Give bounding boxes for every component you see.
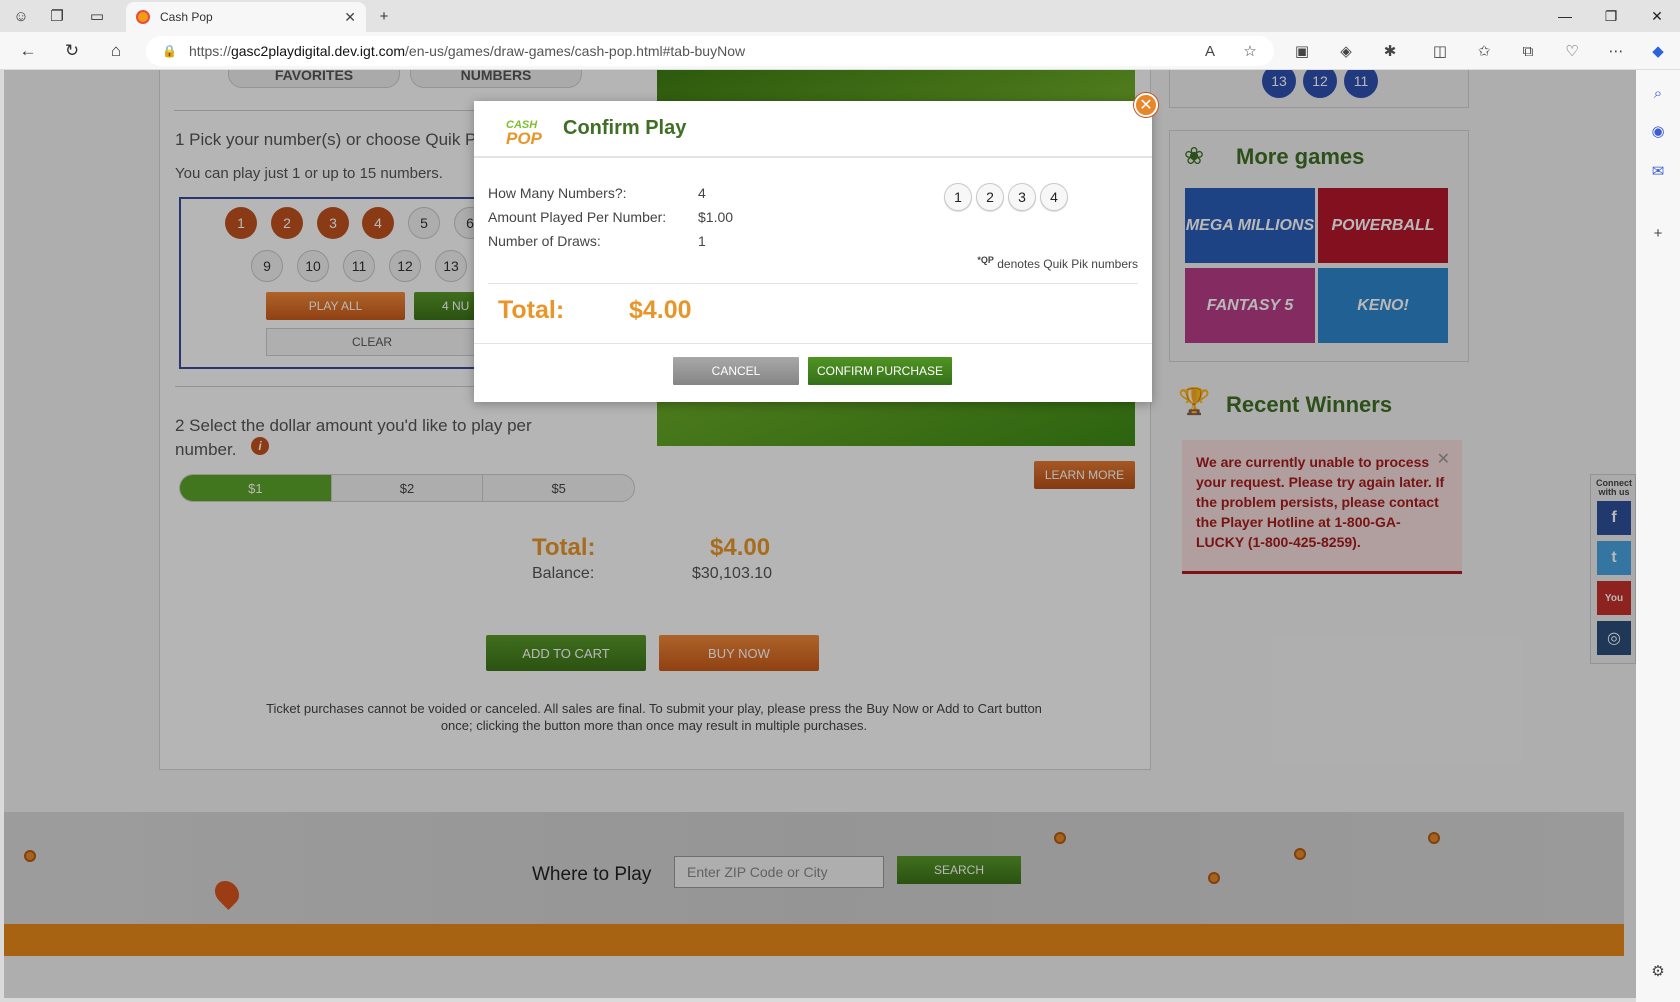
url-path: /en-us/games/draw-games/cash-pop.html#ta… — [405, 43, 746, 59]
cancel-button[interactable]: CANCEL — [673, 357, 799, 385]
selected-number-ball: 1 — [944, 183, 972, 211]
modal-title: Confirm Play — [563, 117, 687, 139]
copilot-icon[interactable]: ◆ — [1646, 40, 1670, 62]
amount-label: Amount Played Per Number: — [488, 209, 667, 225]
how-many-value: 4 — [698, 185, 706, 201]
lock-icon: 🔒 — [162, 44, 177, 58]
amount-row: Amount Played Per Number: $1.00 — [488, 209, 733, 225]
divider — [474, 343, 1152, 344]
minimize-icon[interactable]: — — [1542, 4, 1588, 28]
back-icon[interactable]: ← — [16, 40, 40, 62]
home-icon[interactable]: ⌂ — [104, 40, 128, 62]
tab-actions-icon[interactable]: ▭ — [86, 5, 108, 27]
quik-pik-note: *QP denotes Quik Pik numbers — [977, 255, 1138, 271]
close-window-icon[interactable]: ✕ — [1634, 4, 1680, 28]
amount-value: $1.00 — [698, 209, 734, 225]
browser-essentials-icon[interactable]: ♡ — [1560, 40, 1584, 62]
draws-label: Number of Draws: — [488, 233, 601, 249]
close-modal-icon[interactable]: ✕ — [1134, 93, 1158, 117]
url-host: gasc2playdigital.dev.igt.com — [230, 43, 406, 59]
qp-marker: *QP — [977, 255, 994, 265]
address-bar-row: ← ↻ ⌂ 🔒 https://gasc2playdigital.dev.igt… — [0, 32, 1680, 70]
split-screen-icon[interactable]: ◫ — [1428, 40, 1452, 62]
add-sidebar-icon[interactable]: + — [1647, 222, 1669, 244]
logo-pop-text: POP — [506, 129, 542, 148]
collections-icon[interactable]: ⧉ — [1516, 40, 1540, 62]
qp-text: denotes Quik Pik numbers — [993, 257, 1138, 271]
edge-sidebar: ⌕ ◉ ✉ + ⚙ — [1636, 70, 1680, 1002]
how-many-label: How Many Numbers?: — [488, 185, 627, 201]
tab-title: Cash Pop — [160, 10, 213, 24]
extension-red-icon[interactable]: ▣ — [1290, 40, 1314, 62]
modal-total-value: $4.00 — [629, 296, 692, 324]
divider — [488, 283, 1138, 284]
browser-tab[interactable]: Cash Pop ✕ — [126, 2, 366, 32]
draws-value: 1 — [698, 233, 706, 249]
favorites-icon[interactable]: ✩ — [1472, 40, 1496, 62]
search-icon[interactable]: ⌕ — [1647, 82, 1669, 104]
confirm-play-modal: CASH POP Confirm Play How Many Numbers?:… — [474, 101, 1152, 402]
browser-tab-bar: ☺ ❐ ▭ Cash Pop ✕ + — ❐ ✕ — [0, 0, 1680, 32]
url-prefix: https:// — [188, 43, 231, 59]
new-tab-icon[interactable]: + — [373, 5, 395, 27]
copilot-sidebar-icon[interactable]: ◉ — [1647, 120, 1669, 142]
close-tab-icon[interactable]: ✕ — [344, 9, 356, 26]
profile-avatar-icon[interactable]: ☺ — [10, 5, 32, 27]
modal-header: CASH POP Confirm Play — [474, 101, 1152, 158]
confirm-purchase-button[interactable]: CONFIRM PURCHASE — [808, 357, 952, 385]
extension-teal-icon[interactable]: ◈ — [1334, 40, 1358, 62]
selected-number-ball: 3 — [1008, 183, 1036, 211]
workspaces-icon[interactable]: ❐ — [46, 5, 68, 27]
read-aloud-icon[interactable]: A — [1198, 40, 1222, 62]
extensions-icon[interactable]: ✱ — [1378, 40, 1402, 62]
selected-number-ball: 4 — [1040, 183, 1068, 211]
refresh-icon[interactable]: ↻ — [60, 40, 84, 62]
url-field[interactable]: 🔒 https://gasc2playdigital.dev.igt.com/e… — [146, 36, 1274, 66]
favorite-star-icon[interactable]: ☆ — [1238, 40, 1262, 62]
more-menu-icon[interactable]: ⋯ — [1604, 40, 1628, 62]
draws-row: Number of Draws: 1 — [488, 233, 706, 249]
cash-pop-logo: CASH POP — [504, 119, 548, 151]
cash-pop-favicon-icon — [136, 10, 150, 24]
modal-total-label: Total: — [498, 296, 565, 324]
restore-icon[interactable]: ❐ — [1588, 4, 1634, 28]
outlook-icon[interactable]: ✉ — [1647, 160, 1669, 182]
selected-number-ball: 2 — [976, 183, 1004, 211]
settings-gear-icon[interactable]: ⚙ — [1647, 960, 1669, 982]
how-many-row: How Many Numbers?: 4 — [488, 185, 706, 201]
